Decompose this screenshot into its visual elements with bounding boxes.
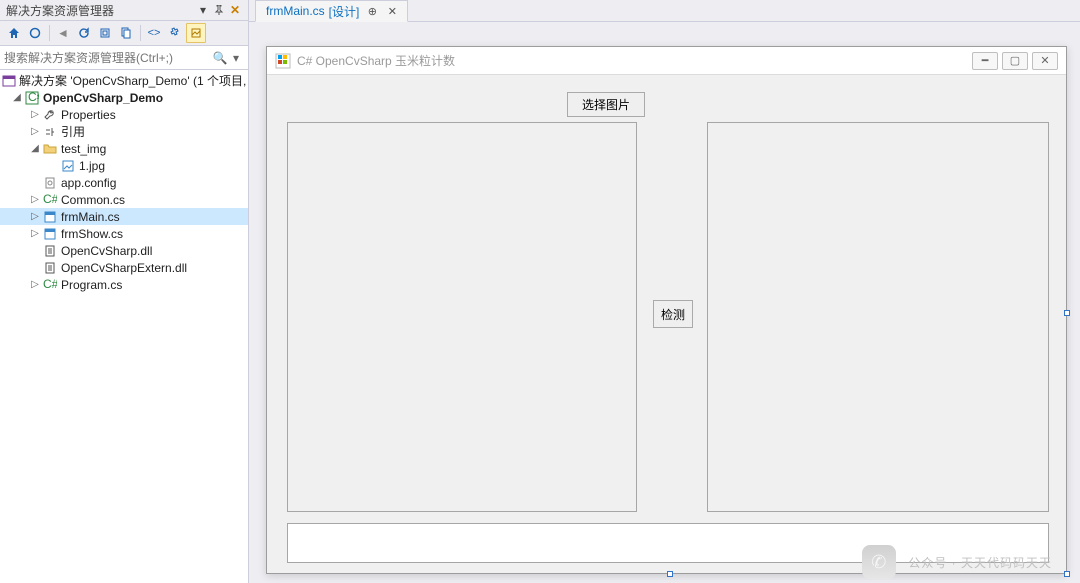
designer-surface[interactable]: C# OpenCvSharp 玉米粒计数 ━ ▢ ✕ 选择图片 检测 <box>249 22 1080 583</box>
node-label: 1.jpg <box>79 159 105 173</box>
toolbar-separator <box>140 25 141 41</box>
expand-icon[interactable]: ▷ <box>28 279 42 290</box>
document-tabstrip: frmMain.cs [设计] ⊕ ✕ <box>249 0 1080 22</box>
solution-tree: 解决方案 'OpenCvSharp_Demo' (1 个项目, 共 1 ◢ C#… <box>0 70 248 583</box>
detect-button[interactable]: 检测 <box>653 300 693 328</box>
back-icon[interactable]: ◄ <box>53 23 73 43</box>
node-label: OpenCvSharpExtern.dll <box>61 261 187 275</box>
dropdown-icon[interactable]: ▾ <box>196 3 210 17</box>
resize-handle-right[interactable] <box>1064 310 1070 316</box>
folder-test-img-node[interactable]: ◢ test_img <box>0 140 248 157</box>
collapse-icon[interactable]: ◢ <box>10 92 24 103</box>
node-label: Program.cs <box>61 278 122 292</box>
expand-icon[interactable]: ▷ <box>28 211 42 222</box>
close-icon[interactable]: ✕ <box>1032 52 1058 70</box>
minimize-icon[interactable]: ━ <box>972 52 998 70</box>
tab-mode-label: [设计] <box>329 3 360 20</box>
svg-text:C#: C# <box>43 279 57 291</box>
show-all-files-icon[interactable] <box>116 23 136 43</box>
tab-frmmain-design[interactable]: frmMain.cs [设计] ⊕ ✕ <box>255 0 408 22</box>
solution-explorer-titlebar: 解决方案资源管理器 ▾ ✕ <box>0 0 248 21</box>
dll-file-icon <box>42 243 58 259</box>
svg-text:C#: C# <box>43 194 57 206</box>
file-frmshow-cs-node[interactable]: ▷ frmShow.cs <box>0 225 248 242</box>
references-icon <box>42 124 58 140</box>
collapse-all-icon[interactable] <box>95 23 115 43</box>
refresh-icon[interactable] <box>74 23 94 43</box>
solution-explorer-toolbar: ◄ <> <box>0 21 248 46</box>
file-program-cs-node[interactable]: ▷ C# Program.cs <box>0 276 248 293</box>
properties-icon[interactable] <box>165 23 185 43</box>
resize-handle-corner[interactable] <box>1064 571 1070 577</box>
references-node[interactable]: ▷ 引用 <box>0 123 248 140</box>
solution-node[interactable]: 解决方案 'OpenCvSharp_Demo' (1 个项目, 共 1 <box>0 72 248 89</box>
node-label: Properties <box>61 108 116 122</box>
config-file-icon <box>42 175 58 191</box>
svg-text:C#: C# <box>28 91 39 104</box>
status-textbox[interactable] <box>287 523 1049 563</box>
search-input[interactable] <box>4 47 212 69</box>
collapse-icon[interactable]: ◢ <box>28 143 42 154</box>
node-label: frmShow.cs <box>61 227 123 241</box>
resize-handle-bottom[interactable] <box>667 571 673 577</box>
csproj-icon: C# <box>24 90 40 106</box>
close-icon[interactable]: ✕ <box>385 5 399 18</box>
expand-icon[interactable]: ▷ <box>28 109 42 120</box>
solution-explorer-panel: 解决方案资源管理器 ▾ ✕ ◄ <> 🔍 ▾ 解决方案 'OpenCvSharp… <box>0 0 249 583</box>
form-window[interactable]: C# OpenCvSharp 玉米粒计数 ━ ▢ ✕ 选择图片 检测 <box>266 46 1067 574</box>
button-label: 选择图片 <box>582 96 630 113</box>
expand-icon[interactable]: ▷ <box>28 126 42 137</box>
node-label: app.config <box>61 176 116 190</box>
node-label: test_img <box>61 142 106 156</box>
dll-file-icon <box>42 260 58 276</box>
search-icon[interactable]: 🔍 <box>212 51 228 65</box>
node-label: 引用 <box>61 123 85 140</box>
toolbar-separator <box>49 25 50 41</box>
folder-icon <box>42 141 58 157</box>
form-app-icon <box>275 53 291 69</box>
preview-selected-items-icon[interactable] <box>186 23 206 43</box>
file-opencvsharpextern-dll-node[interactable]: OpenCvSharpExtern.dll <box>0 259 248 276</box>
pin-icon[interactable]: ⊕ <box>365 5 379 18</box>
wrench-icon <box>42 107 58 123</box>
solution-label: 解决方案 'OpenCvSharp_Demo' (1 个项目, 共 1 <box>19 72 248 89</box>
file-frmmain-cs-node[interactable]: ▷ frmMain.cs <box>0 208 248 225</box>
circle-icon[interactable] <box>25 23 45 43</box>
file-appconfig-node[interactable]: app.config <box>0 174 248 191</box>
cs-file-icon: C# <box>42 277 58 293</box>
pin-icon[interactable] <box>212 3 226 17</box>
node-label: frmMain.cs <box>61 210 120 224</box>
expand-icon[interactable]: ▷ <box>28 228 42 239</box>
file-1jpg-node[interactable]: 1.jpg <box>0 157 248 174</box>
solution-icon <box>2 73 16 89</box>
picturebox-right[interactable] <box>707 122 1049 512</box>
form-titlebar: C# OpenCvSharp 玉米粒计数 ━ ▢ ✕ <box>267 47 1066 75</box>
file-common-cs-node[interactable]: ▷ C# Common.cs <box>0 191 248 208</box>
cs-file-icon: C# <box>42 192 58 208</box>
tab-file-label: frmMain.cs <box>266 4 325 18</box>
node-label: Common.cs <box>61 193 125 207</box>
expand-icon[interactable]: ▷ <box>28 194 42 205</box>
solution-explorer-search[interactable]: 🔍 ▾ <box>0 46 248 70</box>
home-icon[interactable] <box>4 23 24 43</box>
node-label: OpenCvSharp.dll <box>61 244 152 258</box>
properties-node[interactable]: ▷ Properties <box>0 106 248 123</box>
maximize-icon[interactable]: ▢ <box>1002 52 1028 70</box>
close-icon[interactable]: ✕ <box>228 3 242 17</box>
view-code-icon[interactable]: <> <box>144 23 164 43</box>
form-caption: C# OpenCvSharp 玉米粒计数 <box>297 52 455 69</box>
image-file-icon <box>60 158 76 174</box>
solution-explorer-title: 解决方案资源管理器 <box>6 2 194 19</box>
editor-panel: frmMain.cs [设计] ⊕ ✕ C# OpenCvSharp 玉米粒计数… <box>249 0 1080 583</box>
form-client-area[interactable]: 选择图片 检测 <box>267 75 1066 573</box>
file-opencvsharp-dll-node[interactable]: OpenCvSharp.dll <box>0 242 248 259</box>
project-node[interactable]: ◢ C# OpenCvSharp_Demo <box>0 89 248 106</box>
search-dropdown-icon[interactable]: ▾ <box>228 51 244 65</box>
button-label: 检测 <box>661 306 685 323</box>
project-label: OpenCvSharp_Demo <box>43 91 163 105</box>
form-file-icon <box>42 209 58 225</box>
picturebox-left[interactable] <box>287 122 637 512</box>
select-image-button[interactable]: 选择图片 <box>567 92 645 117</box>
form-file-icon <box>42 226 58 242</box>
